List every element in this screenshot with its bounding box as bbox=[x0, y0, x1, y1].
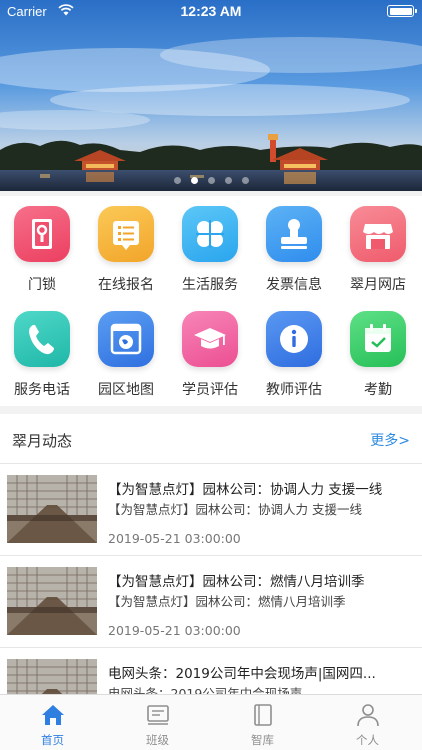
carousel-dot[interactable] bbox=[173, 177, 181, 184]
calendar-check-icon bbox=[350, 311, 406, 367]
tab-label: 首页 bbox=[41, 733, 64, 747]
grid-item-label: 服务电话 bbox=[14, 382, 70, 398]
home-icon bbox=[42, 705, 64, 725]
carousel-dot[interactable] bbox=[224, 177, 232, 184]
carousel-dot-active[interactable] bbox=[190, 177, 198, 184]
grid-item-label: 翠月网店 bbox=[350, 277, 406, 293]
person-icon bbox=[357, 704, 379, 727]
map-icon bbox=[98, 311, 154, 367]
book-icon bbox=[254, 704, 272, 726]
grid-item-service-phone[interactable]: 服务电话 bbox=[0, 301, 84, 406]
signup-form-icon bbox=[98, 206, 154, 262]
more-link[interactable]: 更多> bbox=[370, 430, 410, 450]
tab-home[interactable]: 首页 bbox=[0, 695, 105, 750]
grid-item-label: 门锁 bbox=[28, 277, 56, 293]
news-thumbnail bbox=[7, 567, 97, 635]
news-summary: 【为智慧点灯】园林公司：燃情八月培训季 bbox=[108, 594, 346, 609]
grid-item-teacher-eval[interactable]: 教师评估 bbox=[252, 301, 336, 406]
grid-item-park-map[interactable]: 园区地图 bbox=[84, 301, 168, 406]
banner-image bbox=[0, 0, 422, 191]
news-summary: 【为智慧点灯】园林公司：协调人力 支援一线 bbox=[108, 502, 362, 517]
door-lock-icon bbox=[14, 206, 70, 262]
grid-item-label: 教师评估 bbox=[266, 382, 322, 398]
carousel-dot[interactable] bbox=[241, 177, 249, 184]
grid-item-label: 学员评估 bbox=[182, 382, 238, 398]
shop-icon bbox=[350, 206, 406, 262]
function-grid: 门锁 在线报名 生活服务 发票信息 翠月网店 服务电话 园区地图 学员评估 教师… bbox=[0, 196, 422, 406]
grid-item-student-eval[interactable]: 学员评估 bbox=[168, 301, 252, 406]
grid-item-attendance[interactable]: 考勤 bbox=[336, 301, 420, 406]
news-date: 2019-05-21 03:00:00 bbox=[108, 623, 241, 638]
grid-item-online-signup[interactable]: 在线报名 bbox=[84, 196, 168, 301]
grid-item-label: 考勤 bbox=[364, 382, 392, 398]
carousel-page-dots[interactable] bbox=[0, 169, 422, 184]
tab-bar: 首页 班级 智库 个人 bbox=[0, 694, 422, 750]
carousel-dot[interactable] bbox=[207, 177, 215, 184]
grid-item-door-lock[interactable]: 门锁 bbox=[0, 196, 84, 301]
tab-label: 班级 bbox=[146, 733, 169, 747]
tab-class[interactable]: 班级 bbox=[105, 695, 210, 750]
banner-carousel[interactable] bbox=[0, 0, 422, 191]
status-bar: Carrier 12:23 AM bbox=[0, 0, 422, 24]
battery-icon bbox=[387, 5, 417, 17]
news-title: 电网头条：2019公司年中会现场声|国网四... bbox=[108, 666, 376, 682]
news-thumbnail bbox=[7, 475, 97, 543]
grid-item-label: 园区地图 bbox=[98, 382, 154, 398]
stamp-icon bbox=[266, 206, 322, 262]
grid-item-invoice-info[interactable]: 发票信息 bbox=[252, 196, 336, 301]
news-date: 2019-05-21 03:00:00 bbox=[108, 531, 241, 546]
news-section-header: 翠月动态 更多> bbox=[0, 414, 422, 464]
grid-item-life-service[interactable]: 生活服务 bbox=[168, 196, 252, 301]
news-item[interactable]: 【为智慧点灯】园林公司：燃情八月培训季 【为智慧点灯】园林公司：燃情八月培训季 … bbox=[0, 556, 422, 648]
clover-icon bbox=[182, 206, 238, 262]
class-board-icon bbox=[147, 705, 169, 725]
graduation-cap-icon bbox=[182, 311, 238, 367]
tab-profile[interactable]: 个人 bbox=[315, 695, 420, 750]
section-title: 翠月动态 bbox=[12, 432, 73, 450]
info-icon bbox=[266, 311, 322, 367]
grid-item-label: 在线报名 bbox=[98, 277, 154, 293]
phone-icon bbox=[14, 311, 70, 367]
tab-label: 智库 bbox=[251, 733, 274, 747]
news-title: 【为智慧点灯】园林公司：协调人力 支援一线 bbox=[108, 482, 383, 498]
news-item[interactable]: 【为智慧点灯】园林公司：协调人力 支援一线 【为智慧点灯】园林公司：协调人力 支… bbox=[0, 464, 422, 556]
grid-item-label: 发票信息 bbox=[266, 277, 322, 293]
grid-item-online-shop[interactable]: 翠月网店 bbox=[336, 196, 420, 301]
clock-time: 12:23 AM bbox=[180, 3, 242, 19]
app-screen: Carrier 12:23 AM 门锁 在线报名 生活服务 发票信息 翠月网店 … bbox=[0, 0, 422, 750]
tab-label: 个人 bbox=[356, 733, 379, 747]
tab-library[interactable]: 智库 bbox=[210, 695, 315, 750]
grid-item-label: 生活服务 bbox=[182, 277, 238, 293]
news-title: 【为智慧点灯】园林公司：燃情八月培训季 bbox=[108, 574, 365, 590]
